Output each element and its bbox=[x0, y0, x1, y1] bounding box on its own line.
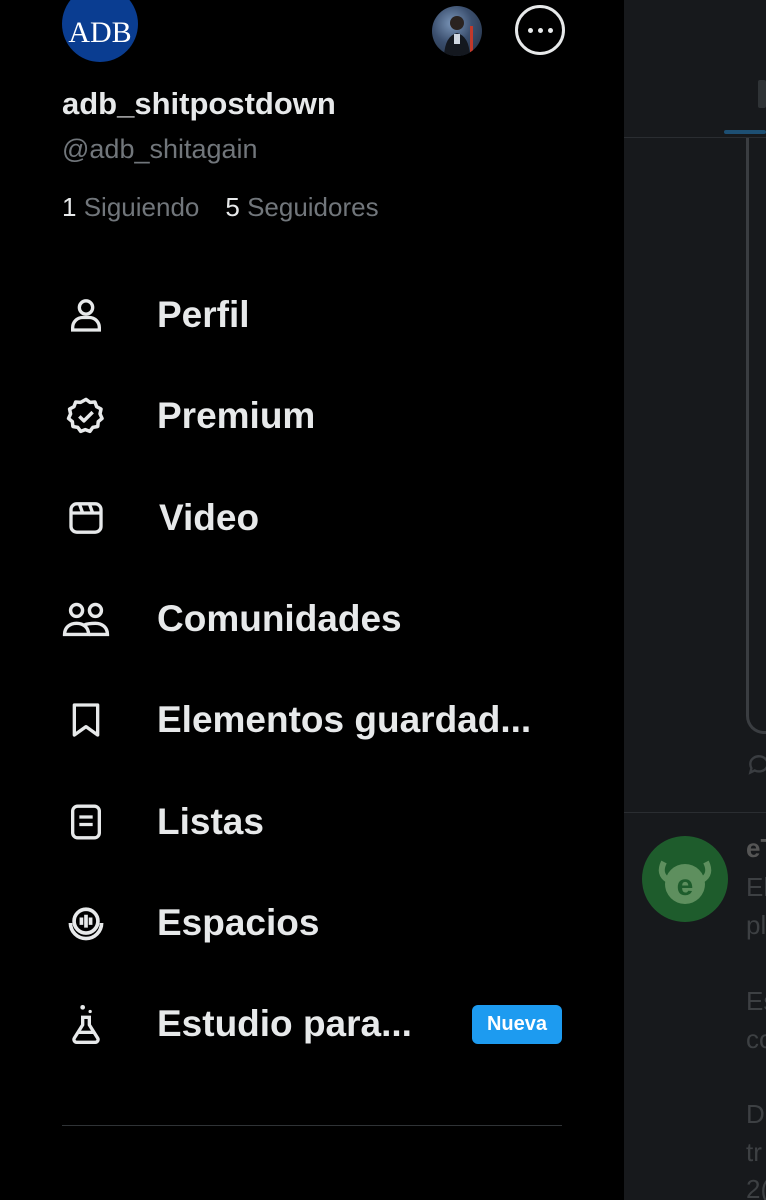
menu-item-label: Comunidades bbox=[157, 598, 402, 639]
followers-link[interactable]: 5 Seguidores bbox=[225, 192, 378, 222]
post-text-fragment: 2( bbox=[746, 1174, 766, 1200]
person-photo-icon bbox=[444, 16, 473, 56]
tab-fragment bbox=[758, 80, 766, 108]
post-text-fragment: tr bbox=[746, 1137, 762, 1167]
svg-text:e: e bbox=[677, 869, 694, 902]
background-timeline: e eT El pl Es co D tr 2( bbox=[624, 0, 766, 1200]
post-author-fragment: eT bbox=[746, 833, 766, 863]
post-text-fragment: co bbox=[746, 1024, 766, 1054]
avatar-logo-text: ADB bbox=[68, 16, 132, 49]
tab-divider bbox=[624, 137, 766, 138]
menu-item-premium[interactable]: Premium bbox=[0, 376, 624, 456]
menu-item-profile[interactable]: Perfil bbox=[0, 275, 624, 355]
post-text-fragment: Es bbox=[746, 986, 766, 1016]
menu-item-label: Perfil bbox=[157, 294, 250, 335]
video-icon bbox=[62, 494, 110, 542]
post-text-fragment: El bbox=[746, 872, 766, 902]
following-link[interactable]: 1 Siguiendo bbox=[62, 192, 199, 222]
profile-avatar[interactable]: ADB bbox=[62, 0, 138, 62]
following-count: 1 bbox=[62, 192, 77, 222]
flask-icon bbox=[62, 1000, 110, 1048]
tab-indicator bbox=[724, 130, 766, 134]
following-label: Siguiendo bbox=[83, 192, 200, 222]
post-avatar: e bbox=[642, 836, 728, 922]
post-text-fragment: pl bbox=[746, 910, 766, 940]
verified-badge-icon bbox=[62, 392, 110, 440]
follow-stats: 1 Siguiendo 5 Seguidores bbox=[62, 192, 379, 223]
list-icon bbox=[62, 798, 110, 846]
post-divider bbox=[624, 812, 766, 813]
media-card bbox=[746, 138, 766, 734]
username-handle: @adb_shitagain bbox=[62, 134, 258, 164]
drawer-divider bbox=[62, 1125, 562, 1126]
navigation-drawer: ADB adb_shitpostdown @adb_shitagain 1 Si… bbox=[0, 0, 624, 1200]
menu-item-communities[interactable]: Comunidades bbox=[0, 579, 624, 659]
followers-count: 5 bbox=[225, 192, 240, 222]
menu-item-label: Estudio para... bbox=[157, 1003, 412, 1044]
more-options-button[interactable] bbox=[515, 5, 565, 55]
menu-item-label: Video bbox=[159, 497, 260, 538]
menu-item-spaces[interactable]: Espacios bbox=[0, 883, 624, 963]
post-text-fragment: D bbox=[746, 1099, 765, 1129]
menu-item-label: Premium bbox=[157, 395, 316, 436]
ellipsis-icon bbox=[525, 27, 555, 33]
menu-item-label: Listas bbox=[157, 801, 264, 842]
communities-icon bbox=[62, 595, 110, 643]
followers-label: Seguidores bbox=[247, 192, 379, 222]
display-name[interactable]: adb_shitpostdown bbox=[62, 86, 336, 122]
menu-item-bookmarks[interactable]: Elementos guardad... bbox=[0, 680, 624, 760]
person-icon bbox=[62, 291, 110, 339]
bookmark-icon bbox=[62, 696, 110, 744]
new-badge: Nueva bbox=[472, 1005, 562, 1044]
switch-account-avatar[interactable] bbox=[432, 6, 482, 56]
menu-item-video[interactable]: Video bbox=[0, 478, 624, 558]
menu-item-lists[interactable]: Listas bbox=[0, 782, 624, 862]
menu-item-label: Elementos guardad... bbox=[157, 699, 532, 740]
menu-item-label: Espacios bbox=[157, 902, 320, 943]
reply-icon bbox=[748, 755, 766, 775]
spaces-icon bbox=[62, 899, 110, 947]
